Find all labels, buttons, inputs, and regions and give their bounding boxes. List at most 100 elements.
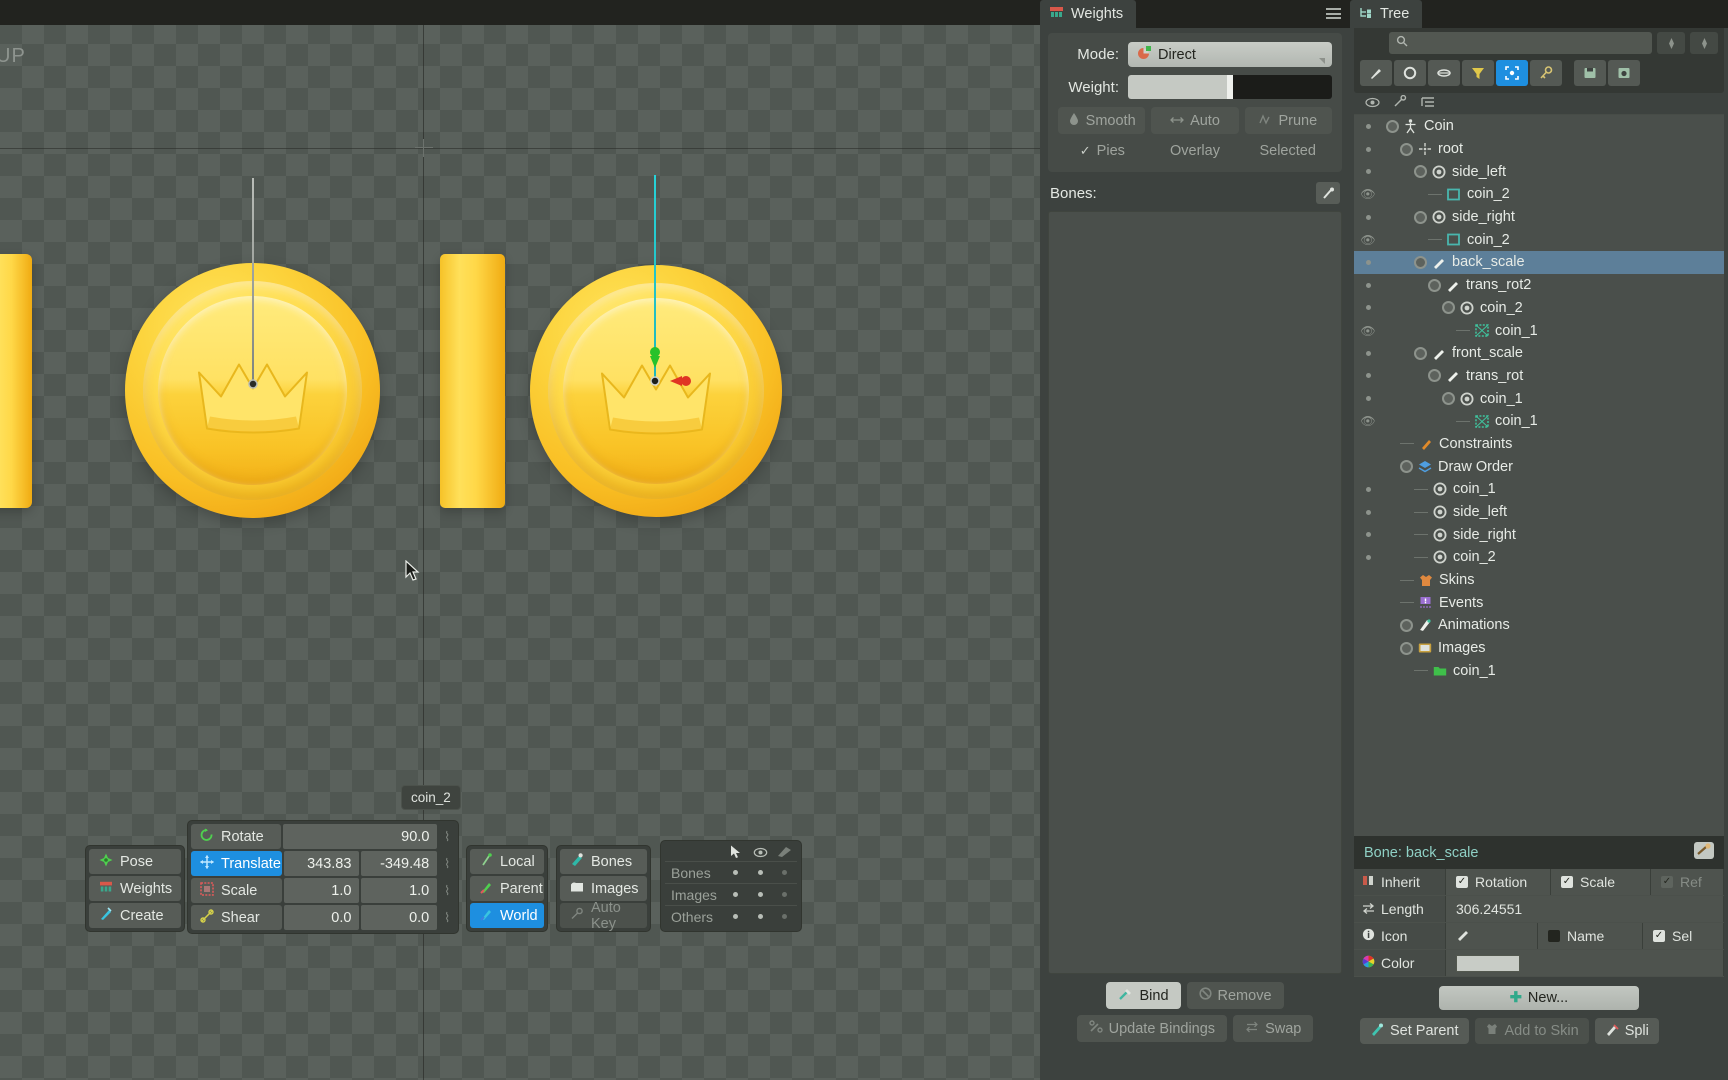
tree-node-visibility[interactable] [1354, 350, 1382, 356]
visibility-toggle[interactable] [773, 914, 797, 919]
tree-node-visibility[interactable] [1354, 123, 1382, 129]
visibility-toggle[interactable] [773, 892, 797, 897]
name-toggle-cell[interactable]: Name [1538, 923, 1643, 949]
footer-button-spli[interactable]: Spli [1594, 1018, 1659, 1044]
tree-node-list[interactable]: Coin root side_left 👁 coin_2 side_right 👁 coin_… [1354, 115, 1724, 836]
prev-icon[interactable] [1657, 32, 1685, 54]
tree-node-visibility[interactable] [1354, 282, 1382, 288]
tree-node-visibility[interactable]: 👁 [1354, 324, 1382, 338]
tree-node-expander[interactable] [1414, 255, 1427, 269]
name-checkbox[interactable] [1548, 930, 1560, 942]
visibility-panel[interactable]: Bones Images Others [660, 840, 802, 932]
import-icon[interactable] [1608, 60, 1640, 86]
focus-icon[interactable] [1496, 60, 1528, 86]
color-value-cell[interactable] [1446, 950, 1724, 976]
tree-node-images[interactable]: Images [1354, 637, 1724, 660]
transform-translate-x[interactable]: 343.83 [283, 851, 360, 876]
visibility-toggle[interactable] [748, 870, 772, 875]
tree-node-coin_1[interactable]: coin_1 [1354, 660, 1724, 683]
transform-shear-y[interactable]: 0.0 [361, 905, 438, 930]
coordinate-space-group[interactable]: Local Parent World [466, 845, 548, 932]
weights-action-bind[interactable]: Bind [1106, 982, 1181, 1009]
tree-node-trans_rot[interactable]: trans_rot [1354, 365, 1724, 388]
weight-action-buttons[interactable]: Smooth Auto Prune [1058, 107, 1332, 134]
inherit-scale-cell[interactable]: ✓ Scale [1551, 869, 1651, 895]
tree-node-coin_2[interactable]: coin_2 [1354, 297, 1724, 320]
tab-weights[interactable]: Weights [1040, 0, 1137, 28]
tree-node-expander[interactable] [1400, 618, 1413, 632]
bone-origin-handle[interactable] [246, 376, 260, 392]
bone-tool-icon[interactable] [1316, 182, 1340, 204]
transform-scale-y[interactable]: 1.0 [361, 878, 438, 903]
transform-scale-x[interactable]: 1.0 [283, 878, 360, 903]
visibility-toggle[interactable] [773, 870, 797, 875]
transform-rotate-value[interactable]: 90.0 [283, 824, 438, 849]
visibility-toggle[interactable] [748, 914, 772, 919]
color-swatch[interactable] [1456, 954, 1520, 972]
transform-shear-x[interactable]: 0.0 [283, 905, 360, 930]
tree-node-visibility[interactable] [1354, 373, 1382, 379]
weight-slider[interactable] [1128, 75, 1332, 99]
eye-icon[interactable] [748, 843, 772, 861]
weight-display-options[interactable]: ✓ Pies Overlay Selected [1058, 140, 1332, 162]
new-button[interactable]: ✚ New... [1439, 986, 1639, 1010]
transform-translate-button[interactable]: Translate [191, 851, 282, 876]
tree-node-visibility[interactable] [1354, 554, 1382, 560]
tree-node-visibility[interactable] [1354, 259, 1382, 265]
tree-node-coin_2[interactable]: coin_2 [1354, 546, 1724, 569]
footer-button-set-parent[interactable]: Set Parent [1360, 1018, 1469, 1044]
tree-node-visibility[interactable] [1354, 169, 1382, 175]
transform-rotate-button[interactable]: Rotate [191, 824, 281, 849]
tree-node-back_scale[interactable]: back_scale [1354, 251, 1724, 274]
inherit-scale-checkbox[interactable]: ✓ [1561, 876, 1573, 888]
mode-dropdown[interactable]: Direct [1128, 42, 1332, 67]
sel-checkbox[interactable]: ✓ [1653, 930, 1665, 942]
tree-node-visibility[interactable]: 👁 [1354, 414, 1382, 428]
tree-node-constraints[interactable]: Constraints [1354, 433, 1724, 456]
tree-node-skins[interactable]: Skins [1354, 569, 1724, 592]
list-icon[interactable] [1414, 95, 1442, 113]
tree-node-expander[interactable] [1386, 119, 1399, 133]
tree-node-visibility[interactable] [1354, 146, 1382, 152]
tree-node-coin_1[interactable]: coin_1 [1354, 478, 1724, 501]
brush-icon[interactable] [1360, 60, 1392, 86]
tree-filter-row[interactable] [1360, 60, 1718, 86]
inherit-rotation-cell[interactable]: ✓ Rotation [1446, 869, 1551, 895]
tree-node-coin_1[interactable]: coin_1 [1354, 387, 1724, 410]
tree-node-visibility[interactable] [1354, 532, 1382, 538]
target-button-images[interactable]: Images [560, 876, 647, 901]
tree-node-root[interactable]: root [1354, 138, 1724, 161]
tree-node-side_left[interactable]: side_left [1354, 160, 1724, 183]
tree-search-box[interactable] [1389, 32, 1652, 54]
weights-option-overlay[interactable]: Overlay [1151, 140, 1240, 162]
tree-node-front_scale[interactable]: front_scale [1354, 342, 1724, 365]
weights-auto-button[interactable]: Auto [1151, 107, 1239, 134]
bones-list[interactable] [1048, 211, 1342, 974]
tree-node-draw-order[interactable]: Draw Order [1354, 455, 1724, 478]
eye-icon[interactable] [1358, 95, 1386, 113]
cursor-icon[interactable] [724, 843, 748, 861]
weights-action-swap[interactable]: Swap [1233, 1015, 1314, 1042]
weights-action-remove[interactable]: Remove [1186, 982, 1284, 1009]
tree-node-visibility[interactable] [1354, 509, 1382, 515]
circle-icon[interactable] [1394, 60, 1426, 86]
tree-node-expander[interactable] [1414, 346, 1427, 360]
tree-node-visibility[interactable] [1354, 396, 1382, 402]
transform-key-icon[interactable]: ⌇ [439, 878, 455, 903]
transform-translate-y[interactable]: -349.48 [361, 851, 438, 876]
mode-button-weights[interactable]: Weights [89, 876, 181, 901]
mesh-icon[interactable] [1428, 60, 1460, 86]
sel-toggle-cell[interactable]: ✓ Sel [1643, 923, 1724, 949]
tree-node-coin_2[interactable]: 👁 coin_2 [1354, 183, 1724, 206]
space-button-parent[interactable]: Parent [470, 876, 544, 901]
length-value-field[interactable]: 306.24551 [1446, 896, 1724, 922]
tree-node-coin_1[interactable]: 👁 coin_1 [1354, 319, 1724, 342]
tree-node-expander[interactable] [1428, 369, 1441, 383]
tree-node-visibility[interactable] [1354, 486, 1382, 492]
bone-gizmo-back[interactable] [252, 178, 254, 386]
tree-node-expander[interactable] [1428, 278, 1441, 292]
tree-node-expander[interactable] [1414, 210, 1427, 224]
key-icon[interactable] [1530, 60, 1562, 86]
transform-key-icon[interactable]: ⌇ [439, 905, 455, 930]
mode-button-create[interactable]: Create [89, 903, 181, 928]
